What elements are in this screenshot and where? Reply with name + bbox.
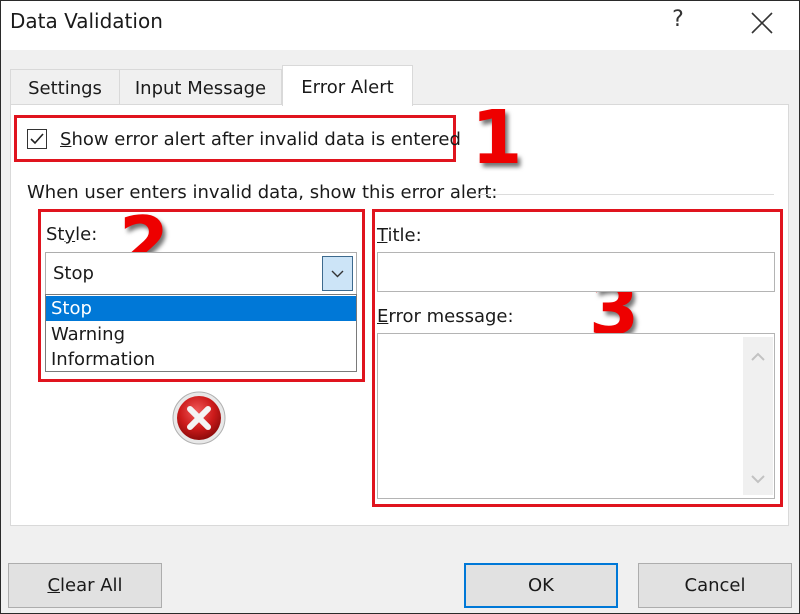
style-dropdown-list: Stop Warning Information bbox=[45, 294, 357, 372]
help-button[interactable]: ? bbox=[665, 7, 691, 32]
label-text: itle: bbox=[387, 225, 422, 246]
style-option-warning[interactable]: Warning bbox=[46, 322, 356, 347]
data-validation-dialog: Data Validation ? Settings Input Message… bbox=[0, 0, 800, 614]
mnemonic: y bbox=[64, 224, 76, 245]
style-option-information[interactable]: Information bbox=[46, 347, 356, 372]
style-combobox[interactable]: Stop bbox=[45, 252, 357, 295]
label-text: le: bbox=[75, 224, 98, 245]
style-label: Style: bbox=[46, 224, 97, 245]
style-option-stop[interactable]: Stop bbox=[46, 296, 356, 321]
title-label: Title: bbox=[377, 225, 422, 246]
show-error-alert-checkbox[interactable] bbox=[27, 129, 47, 149]
section-label: When user enters invalid data, show this… bbox=[27, 182, 498, 203]
close-icon bbox=[751, 12, 773, 34]
mnemonic: S bbox=[60, 129, 72, 150]
label-text: St bbox=[46, 224, 65, 245]
show-error-alert-label[interactable]: Show error alert after invalid data is e… bbox=[60, 129, 461, 150]
button-label: lear All bbox=[60, 575, 123, 596]
tab-error-alert[interactable]: Error Alert bbox=[282, 65, 413, 106]
label-text: rror message: bbox=[388, 306, 514, 327]
mnemonic: C bbox=[47, 575, 61, 596]
tab-input-message[interactable]: Input Message bbox=[119, 69, 282, 105]
label-text: how error alert after invalid data is en… bbox=[71, 129, 461, 150]
style-selected-value: Stop bbox=[53, 263, 94, 284]
style-dropdown-button[interactable] bbox=[322, 256, 353, 291]
scroll-up-icon[interactable] bbox=[743, 347, 773, 367]
annotation-number-1: 1 bbox=[471, 95, 523, 181]
close-button[interactable] bbox=[749, 10, 775, 36]
error-message-label: Error message: bbox=[377, 306, 514, 327]
error-message-textarea[interactable] bbox=[377, 333, 775, 499]
cancel-button[interactable]: Cancel bbox=[638, 563, 792, 608]
scroll-down-icon[interactable] bbox=[743, 469, 773, 489]
mnemonic: E bbox=[377, 306, 389, 327]
ok-button[interactable]: OK bbox=[464, 563, 618, 608]
chevron-down-icon bbox=[331, 270, 344, 278]
clear-all-button[interactable]: Clear All bbox=[8, 563, 162, 608]
error-message-scrollbar[interactable] bbox=[743, 337, 773, 495]
mnemonic: T bbox=[377, 225, 388, 246]
checkmark-icon bbox=[30, 133, 44, 145]
stop-error-icon bbox=[171, 390, 227, 446]
tab-settings[interactable]: Settings bbox=[10, 69, 120, 105]
section-divider bbox=[476, 194, 774, 195]
dialog-title: Data Validation bbox=[10, 9, 163, 33]
title-bar: Data Validation ? bbox=[1, 1, 799, 50]
title-input[interactable] bbox=[377, 252, 775, 292]
